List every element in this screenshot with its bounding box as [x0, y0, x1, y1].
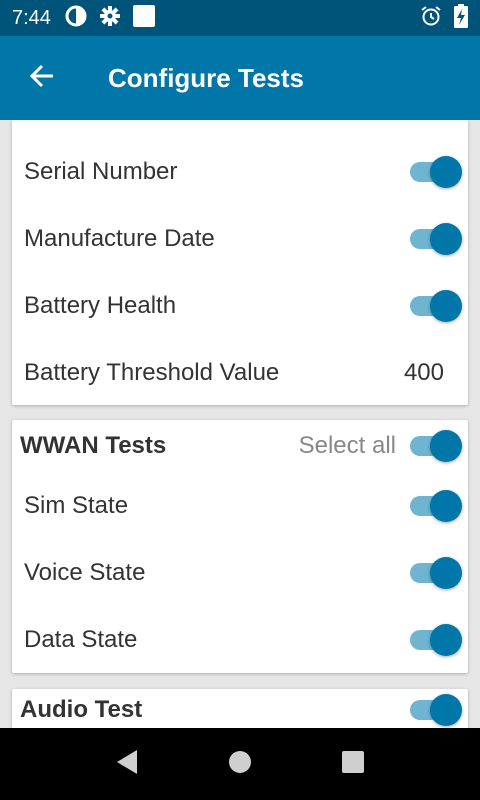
back-triangle-icon — [115, 749, 139, 780]
test-config-list[interactable]: Serial Number Manufacture Date Battery H… — [0, 120, 480, 728]
audio-test-toggle[interactable] — [410, 693, 462, 727]
recents-square-icon — [342, 750, 365, 778]
app-bar: Configure Tests — [0, 36, 480, 120]
card-header: Audio Test — [12, 689, 468, 728]
voice-state-toggle[interactable] — [410, 556, 462, 590]
page-title: Configure Tests — [108, 62, 304, 93]
arrow-back-icon — [29, 63, 55, 94]
list-item[interactable]: Data State — [12, 606, 468, 673]
status-time: 7:44 — [12, 6, 51, 29]
data-state-toggle[interactable] — [410, 623, 462, 657]
system-nav-bar — [0, 728, 480, 800]
back-button[interactable] — [0, 36, 84, 120]
data-saver-icon — [65, 5, 87, 32]
wwan-select-all-toggle[interactable] — [410, 429, 462, 463]
list-item[interactable]: Voice State — [12, 539, 468, 606]
status-icons-left — [65, 4, 155, 32]
row-label: Voice State — [24, 558, 146, 586]
home-circle-icon — [228, 750, 252, 779]
row-label: Manufacture Date — [24, 224, 215, 252]
list-item[interactable]: Serial Number — [12, 138, 468, 205]
sim-state-toggle[interactable] — [410, 489, 462, 523]
battery-tests-card: Serial Number Manufacture Date Battery H… — [12, 120, 468, 405]
battery-threshold-value[interactable]: 400 — [404, 359, 444, 387]
gear-icon — [99, 5, 121, 32]
battery-charging-icon — [454, 3, 468, 33]
row-label: Battery Threshold Value — [24, 358, 280, 386]
wwan-tests-card: WWAN Tests Select all Sim State Voice St… — [12, 420, 468, 673]
card-header: WWAN Tests Select all — [12, 420, 468, 472]
nav-recents-button[interactable] — [323, 734, 383, 794]
status-bar: 7:44 — [0, 0, 480, 36]
alarm-icon — [420, 5, 442, 32]
row-label: Sim State — [24, 491, 129, 519]
row-label: Data State — [24, 625, 138, 653]
list-item[interactable]: Battery Threshold Value 400 — [12, 339, 468, 406]
nav-back-button[interactable] — [97, 734, 157, 794]
wwan-tests-title: WWAN Tests — [20, 432, 167, 459]
select-all-label: Select all — [298, 432, 396, 459]
list-item[interactable]: Sim State — [12, 472, 468, 539]
serial-number-toggle[interactable] — [410, 155, 462, 189]
row-label: Serial Number — [24, 157, 178, 185]
nav-home-button[interactable] — [210, 734, 270, 794]
battery-health-toggle[interactable] — [410, 289, 462, 323]
manufacture-date-toggle[interactable] — [410, 222, 462, 256]
row-label: Battery Health — [24, 291, 177, 319]
square-notification-icon — [132, 4, 155, 32]
list-item[interactable]: Manufacture Date — [12, 205, 468, 272]
status-icons-right — [420, 3, 468, 33]
list-item[interactable]: Battery Health — [12, 272, 468, 339]
audio-test-card: Audio Test — [12, 689, 468, 728]
audio-test-title: Audio Test — [20, 696, 143, 723]
